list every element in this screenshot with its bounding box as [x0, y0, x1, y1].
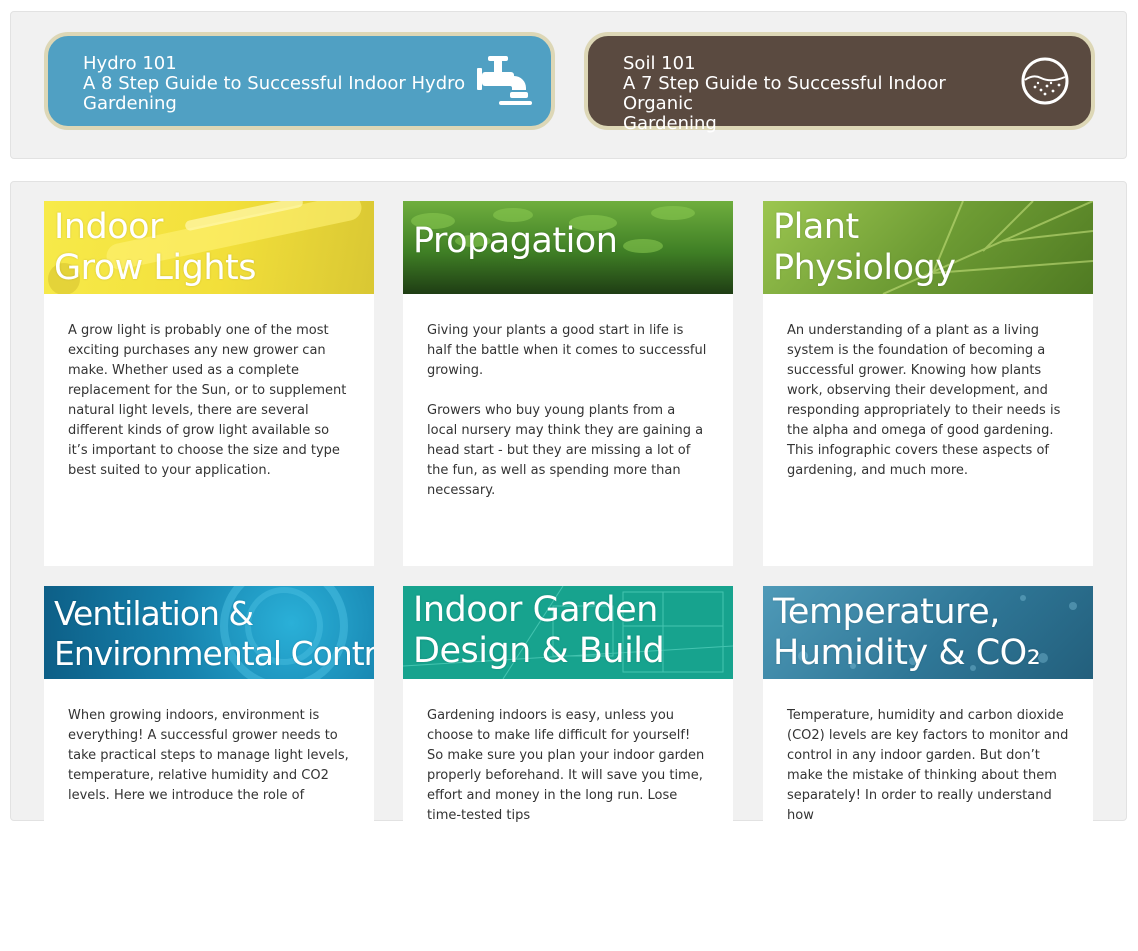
card-description: When growing indoors, environment is eve… [68, 708, 349, 803]
card-indoor-grow-lights[interactable]: Indoor Grow Lights A grow light is proba… [44, 201, 374, 566]
soil-101-subtitle-line1: A 7 Step Guide to Successful Indoor Orga… [623, 73, 946, 114]
card-description: Temperature, humidity and carbon dioxide… [787, 708, 1069, 823]
hydro-101-subtitle-line1: A 8 Step Guide to Successful Indoor Hydr… [83, 73, 466, 94]
card-title: Propagation [413, 221, 618, 261]
soil-101-text: Soil 101 A 7 Step Guide to Successful In… [623, 54, 1013, 134]
soil-101-button[interactable]: Soil 101 A 7 Step Guide to Successful In… [584, 32, 1095, 134]
card-header-image: Indoor Garden Design & Build [403, 586, 733, 679]
card-title: Indoor Garden Design & Build [413, 590, 665, 671]
card-title: Plant Physiology [773, 207, 956, 288]
guide-panel: Hydro 101 A 8 Step Guide to Successful I… [10, 11, 1127, 159]
hydro-101-title: Hydro 101 [83, 53, 177, 74]
faucet-icon [477, 56, 532, 105]
hydro-101-text: Hydro 101 A 8 Step Guide to Successful I… [83, 54, 473, 114]
hydro-101-button[interactable]: Hydro 101 A 8 Step Guide to Successful I… [44, 32, 555, 130]
card-title: Indoor Grow Lights [54, 207, 257, 288]
card-header-image: Indoor Grow Lights [44, 201, 374, 294]
card-title: Ventilation & Environmental Control [54, 594, 374, 673]
card-header-image: Temperature, Humidity & CO₂ [763, 586, 1093, 679]
card-garden-design[interactable]: Indoor Garden Design & Build Gardening i… [403, 586, 733, 951]
card-title: Temperature, Humidity & CO₂ [773, 592, 1041, 673]
card-description: A grow light is probably one of the most… [68, 323, 347, 478]
card-temperature-humidity[interactable]: Temperature, Humidity & CO₂ Temperature,… [763, 586, 1093, 951]
hydro-101-subtitle-line2: Gardening [83, 93, 177, 114]
soil-circle-icon [1021, 57, 1069, 105]
card-description: Giving your plants a good start in life … [427, 323, 707, 498]
topics-panel: Indoor Grow Lights A grow light is proba… [10, 181, 1127, 951]
card-plant-physiology[interactable]: Plant Physiology An understanding of a p… [763, 201, 1093, 566]
soil-101-subtitle-line2: Gardening [623, 113, 717, 134]
card-header-image: Propagation [403, 201, 733, 294]
card-header-image: Ventilation & Environmental Control [44, 586, 374, 679]
soil-101-title: Soil 101 [623, 53, 696, 74]
card-description: Gardening indoors is easy, unless you ch… [427, 708, 705, 823]
card-ventilation[interactable]: Ventilation & Environmental Control When… [44, 586, 374, 951]
card-header-image: Plant Physiology [763, 201, 1093, 294]
card-propagation[interactable]: Propagation Giving your plants a good st… [403, 201, 733, 566]
card-description: An understanding of a plant as a living … [787, 323, 1061, 478]
